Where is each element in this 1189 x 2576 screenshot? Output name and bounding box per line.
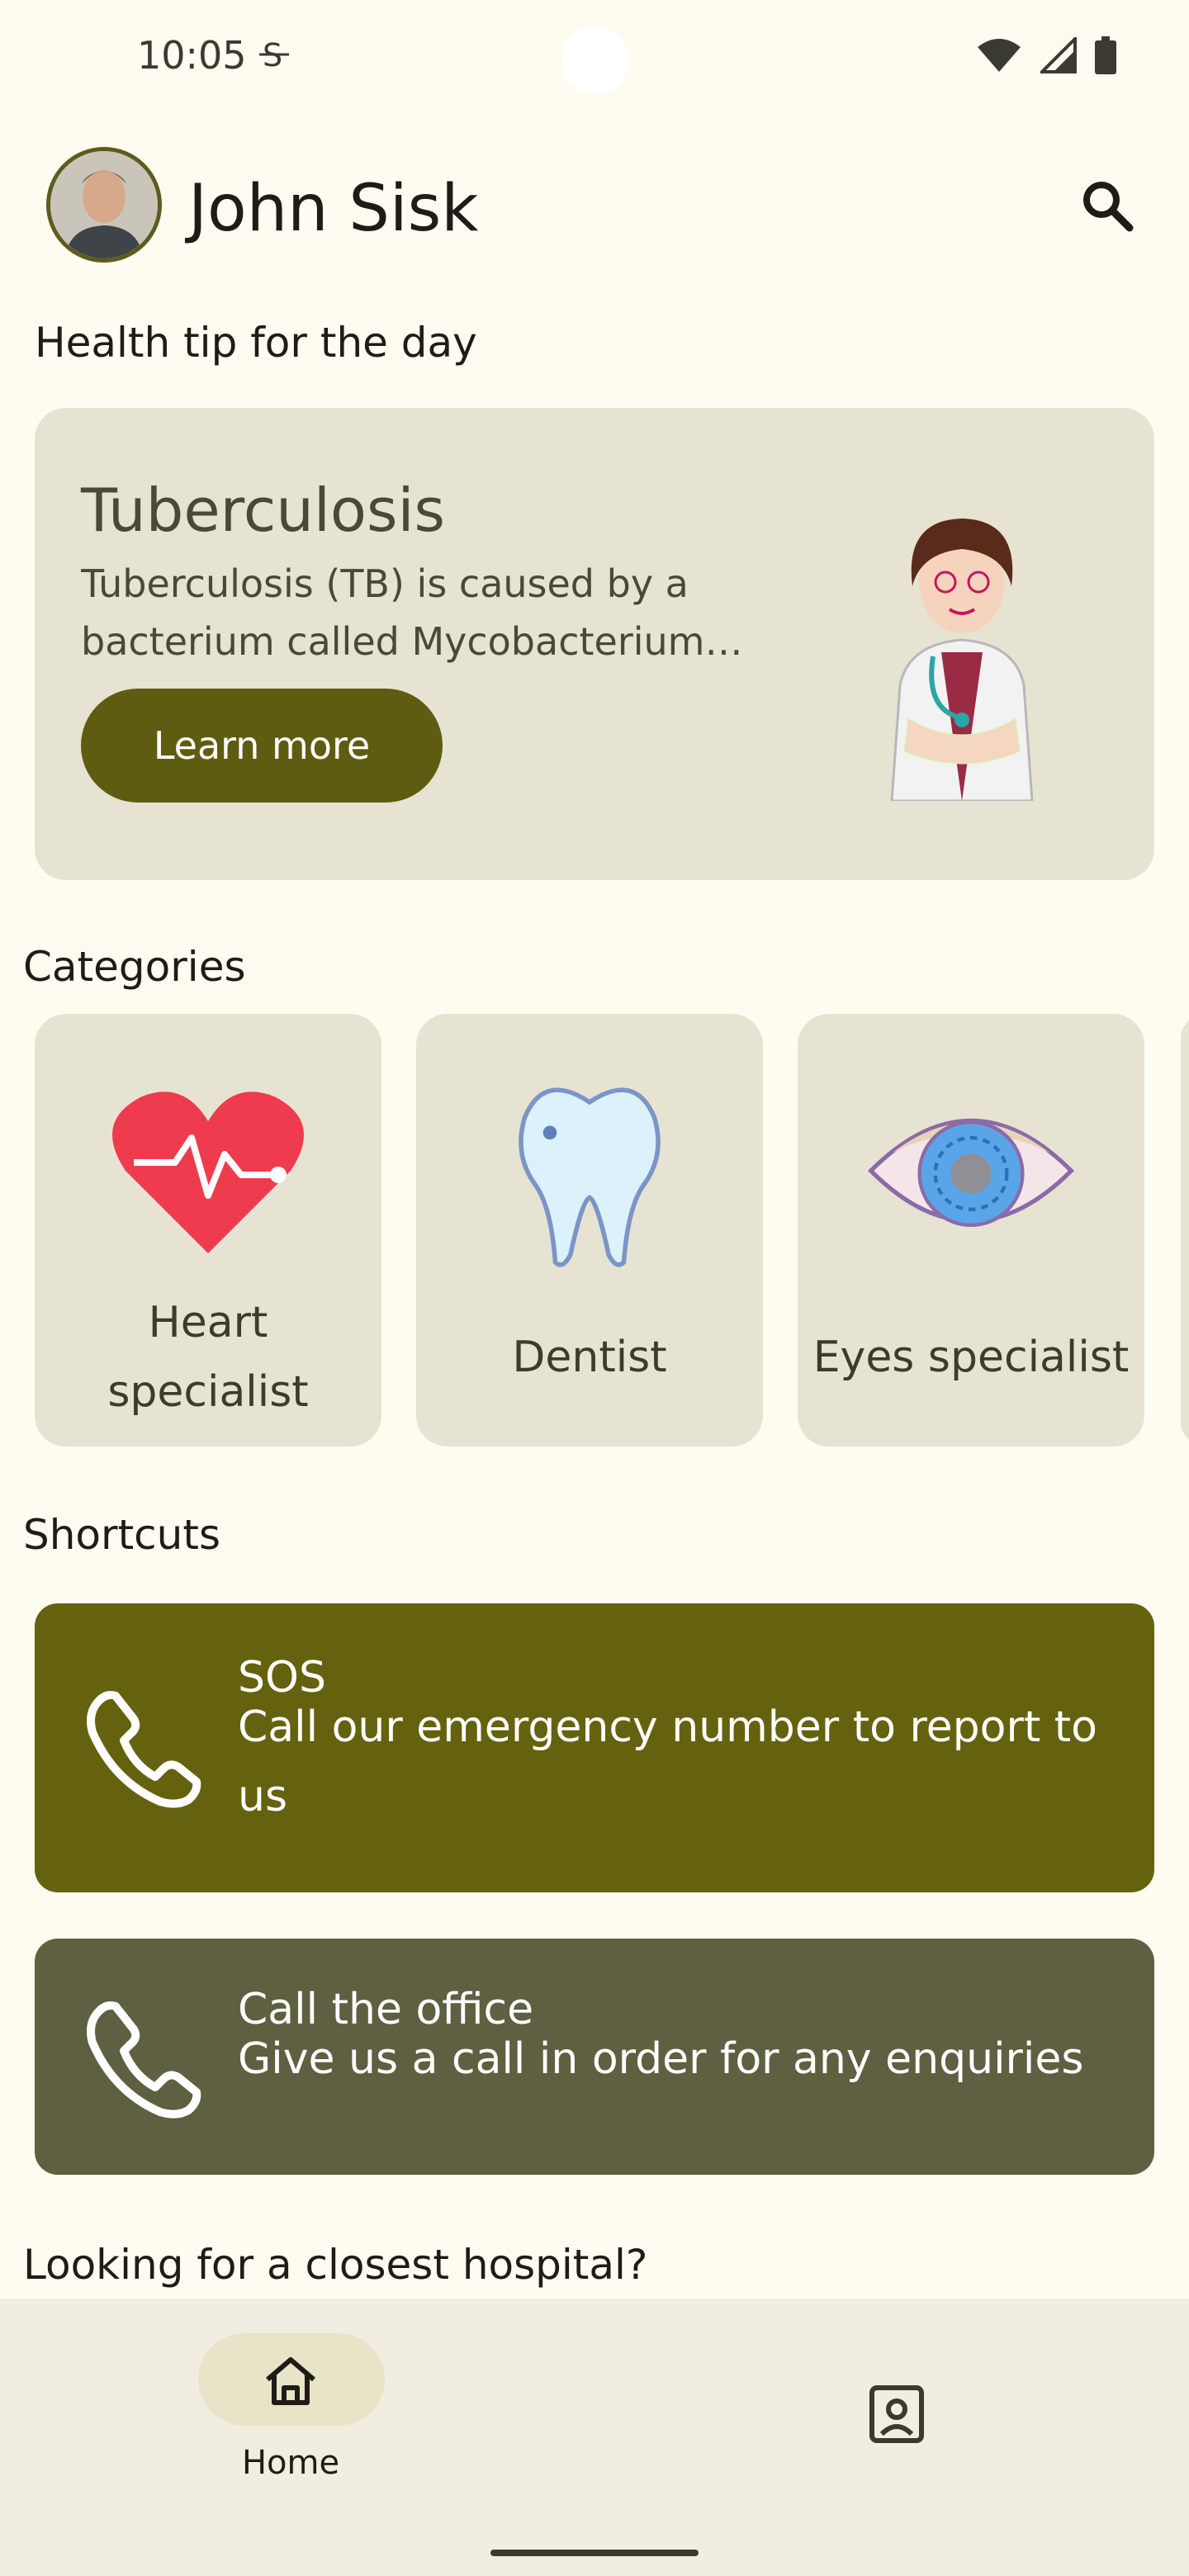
shortcuts-section-title: Shortcuts bbox=[23, 1511, 221, 1559]
status-time: 10:05 bbox=[137, 33, 247, 78]
camera-cutout bbox=[561, 26, 629, 94]
health-tip-section-title: Health tip for the day bbox=[35, 319, 477, 367]
sync-s-icon: S bbox=[258, 36, 291, 81]
search-icon[interactable] bbox=[1075, 173, 1141, 239]
shortcut-description: Give us a call in order for any enquirie… bbox=[238, 2034, 1084, 2084]
battery-icon bbox=[1095, 36, 1116, 74]
user-name: John Sisk bbox=[188, 172, 479, 246]
nav-home-label[interactable]: Home bbox=[0, 2444, 581, 2482]
gesture-bar[interactable] bbox=[490, 2550, 699, 2556]
category-label: Eyes specialist bbox=[812, 1333, 1130, 1382]
tip-description: Tuberculosis (TB) is caused by a bacteri… bbox=[81, 561, 705, 664]
shortcut-description: Call our emergency number to report to u… bbox=[238, 1702, 1097, 1821]
phone-icon bbox=[87, 2001, 201, 2119]
tooth-icon bbox=[519, 1087, 661, 1267]
heart-icon bbox=[112, 1091, 304, 1253]
eye-icon bbox=[867, 1118, 1075, 1228]
learn-more-button[interactable]: Learn more bbox=[81, 689, 443, 803]
shortcut-call-office[interactable]: Call the office Give us a call in order … bbox=[35, 1939, 1154, 2175]
category-peek-card[interactable] bbox=[1181, 1014, 1189, 1447]
category-label: Dentist bbox=[512, 1333, 667, 1382]
hospital-section-title: Looking for a closest hospital? bbox=[23, 2241, 648, 2289]
shortcut-sos[interactable]: SOS Call our emergency number to report … bbox=[35, 1603, 1154, 1892]
home-icon[interactable] bbox=[259, 2350, 322, 2413]
category-label: Heart specialist bbox=[107, 1298, 309, 1417]
tip-title: Tuberculosis bbox=[81, 476, 445, 545]
signal-icon bbox=[1040, 37, 1077, 73]
bottom-navigation bbox=[0, 2299, 1189, 2576]
categories-section-title: Categories bbox=[23, 943, 246, 991]
status-icons bbox=[976, 36, 1116, 74]
categories-list: Heart specialist Dentist Eyes specialist bbox=[35, 1014, 1144, 1447]
phone-icon bbox=[87, 1691, 201, 1808]
contact-icon[interactable] bbox=[865, 2383, 928, 2446]
wifi-icon bbox=[978, 39, 1021, 72]
category-eyes-specialist[interactable]: Eyes specialist bbox=[798, 1014, 1144, 1447]
doctor-illustration bbox=[859, 504, 1065, 803]
user-avatar[interactable] bbox=[46, 147, 162, 263]
category-heart-specialist[interactable]: Heart specialist bbox=[35, 1014, 381, 1447]
category-dentist[interactable]: Dentist bbox=[416, 1014, 763, 1447]
